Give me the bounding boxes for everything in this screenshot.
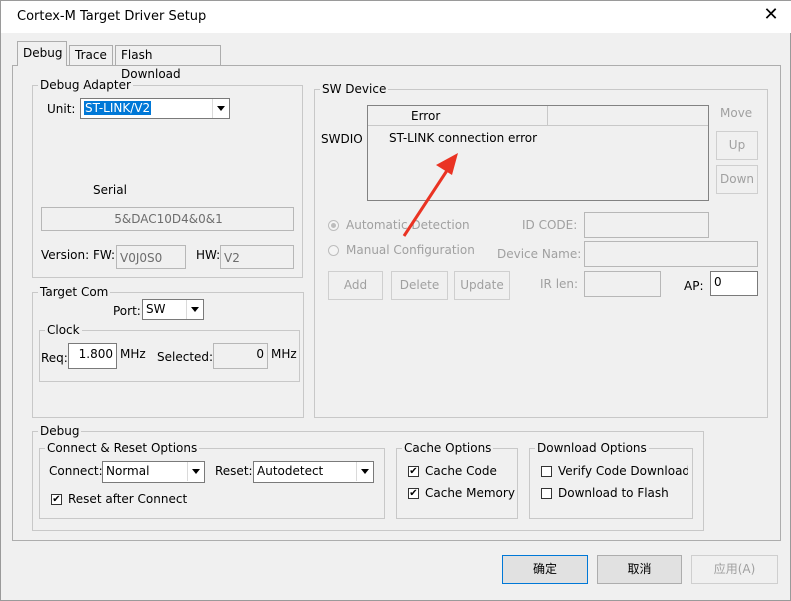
manual-config-radio[interactable] <box>328 245 339 256</box>
unit-select[interactable]: ST-LINK/V2 <box>80 98 230 119</box>
cache-code-checkbox[interactable]: ✔ <box>408 466 419 477</box>
dialog-window: Cortex-M Target Driver Setup ✕ Debug Tra… <box>0 0 791 601</box>
download-options-legend: Download Options <box>537 441 647 455</box>
reset-value: Autodetect <box>257 464 324 478</box>
cache-code-label: Cache Code <box>425 464 497 478</box>
up-button[interactable]: Up <box>716 131 758 160</box>
req-value: 1.800 <box>78 347 113 361</box>
title-bar: Cortex-M Target Driver Setup ✕ <box>1 1 791 33</box>
swdio-label: SWDIO <box>321 132 363 146</box>
verify-code-checkbox[interactable] <box>541 466 552 477</box>
hw-label: HW: <box>196 248 221 262</box>
close-icon[interactable]: ✕ <box>761 5 781 25</box>
apply-button[interactable]: 应用(A) <box>691 555 778 584</box>
selected-unit: MHz <box>271 347 297 361</box>
auto-detection-radio[interactable] <box>328 220 339 231</box>
clock-legend: Clock <box>47 323 80 337</box>
connect-label: Connect: <box>49 464 103 478</box>
connect-value: Normal <box>106 464 150 478</box>
connect-select[interactable]: Normal <box>102 461 205 483</box>
hw-field: V2 <box>220 245 294 269</box>
table-header-empty <box>548 106 708 126</box>
down-button[interactable]: Down <box>716 165 758 194</box>
selected-value: 0 <box>256 347 264 361</box>
chevron-down-icon <box>187 462 204 481</box>
reset-select[interactable]: Autodetect <box>253 461 374 483</box>
reset-label: Reset: <box>215 464 253 478</box>
cache-memory-label: Cache Memory <box>425 486 515 500</box>
move-label: Move <box>720 106 753 120</box>
unit-value: ST-LINK/V2 <box>84 101 152 115</box>
target-com-legend: Target Com <box>40 285 109 299</box>
fw-field: V0J0S0 <box>116 245 186 269</box>
chevron-down-icon <box>186 300 203 319</box>
unit-label: Unit: <box>47 102 76 116</box>
delete-button[interactable]: Delete <box>391 271 448 300</box>
ok-button[interactable]: 确定 <box>502 555 588 584</box>
download-options-group: Download Options <box>529 441 693 519</box>
reset-after-connect-checkbox[interactable]: ✔ <box>51 494 62 505</box>
annotation-arrow-icon <box>402 153 458 237</box>
connect-reset-legend: Connect & Reset Options <box>47 441 198 455</box>
table-row: ST-LINK connection error <box>389 131 538 145</box>
tab-debug[interactable]: Debug <box>17 41 67 66</box>
verify-code-label: Verify Code Download <box>558 464 688 478</box>
port-select[interactable]: SW <box>142 299 204 320</box>
cache-options-legend: Cache Options <box>404 441 492 455</box>
selected-field: 0 <box>213 343 268 369</box>
manual-config-label: Manual Configuration <box>346 243 475 257</box>
serial-value: 5&DAC10D4&0&1 <box>114 212 223 226</box>
reset-after-connect-label: Reset after Connect <box>68 492 188 506</box>
hw-value: V2 <box>224 251 240 265</box>
tab-flash-download[interactable]: Flash Download <box>115 45 221 81</box>
selected-label: Selected: <box>157 350 214 364</box>
ap-input[interactable]: 0 <box>710 271 758 296</box>
serial-label: Serial <box>93 183 127 197</box>
table-header-cell: Error <box>368 106 548 126</box>
cache-memory-checkbox[interactable]: ✔ <box>408 488 419 499</box>
cancel-button[interactable]: 取消 <box>597 555 682 584</box>
ap-label: AP: <box>684 279 704 293</box>
device-name-field <box>584 241 758 267</box>
version-fw-label: Version: FW: <box>41 248 116 262</box>
serial-field: 5&DAC10D4&0&1 <box>41 207 294 231</box>
update-button[interactable]: Update <box>454 271 510 300</box>
window-title: Cortex-M Target Driver Setup <box>17 9 207 24</box>
download-flash-checkbox[interactable] <box>541 488 552 499</box>
fw-value: V0J0S0 <box>120 251 163 265</box>
id-code-field <box>584 212 709 238</box>
port-value: SW <box>146 302 166 316</box>
download-flash-label: Download to Flash <box>558 486 669 500</box>
req-input[interactable]: 1.800 <box>68 343 117 369</box>
add-button[interactable]: Add <box>328 271 383 300</box>
ir-len-field <box>584 271 661 297</box>
req-unit: MHz <box>120 347 146 361</box>
tab-trace[interactable]: Trace <box>69 45 113 65</box>
ap-value: 0 <box>714 275 722 289</box>
debug-adapter-legend: Debug Adapter <box>40 78 131 92</box>
chevron-down-icon <box>356 462 373 481</box>
debug-legend: Debug <box>40 424 80 438</box>
device-name-label: Device Name: <box>497 247 582 261</box>
table-header-error: Error <box>411 109 441 123</box>
chevron-down-icon <box>212 99 229 118</box>
port-label: Port: <box>113 304 141 318</box>
sw-device-legend: SW Device <box>322 82 387 96</box>
req-label: Req: <box>41 351 68 365</box>
cache-options-group: Cache Options <box>396 441 518 519</box>
id-code-label: ID CODE: <box>522 218 578 232</box>
ir-len-label: IR len: <box>540 277 579 291</box>
